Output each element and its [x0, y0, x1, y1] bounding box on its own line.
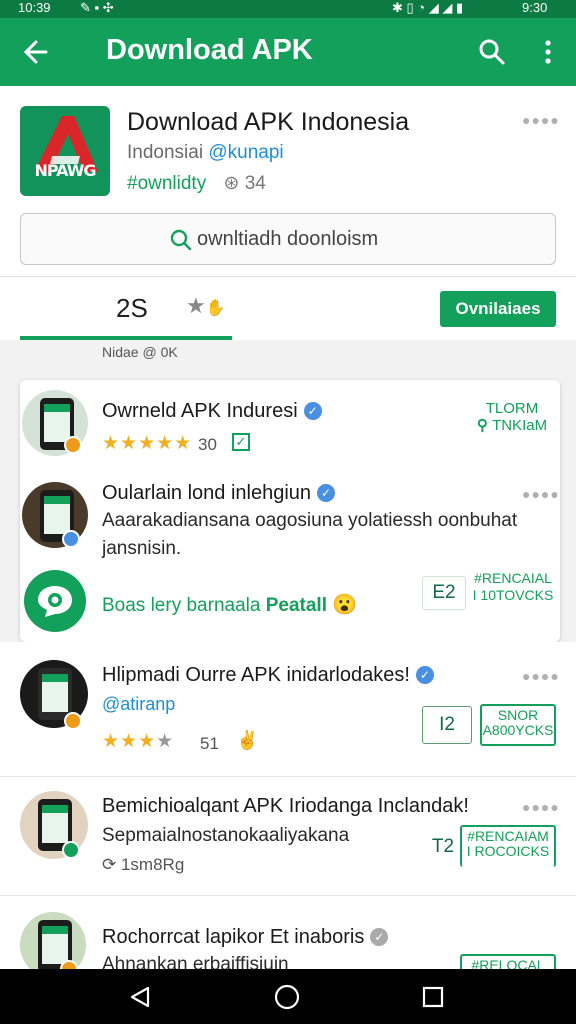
verified-icon: ✓ — [415, 666, 434, 684]
avatar-badge-icon — [62, 841, 80, 859]
app-header: NPAWG Download APK Indonesia ●●●● Indons… — [0, 86, 576, 276]
item-count-box: I2 — [422, 706, 472, 744]
meta-line: #ownlidty ⊛ 34 — [127, 172, 266, 195]
item-tag[interactable]: SNOR A800YCKS — [480, 704, 556, 746]
avatar-badge-icon — [62, 530, 80, 548]
item-description: Aaarakadiansana oagosiuna yolatiessh oon… — [102, 510, 518, 531]
rating-stars: ★★★★★ — [102, 433, 193, 454]
status-bar: 10:39 ✎ ▪ ✣ ✱ ▯ ◔ ◢ ◢ ▮ 9:30 — [0, 0, 576, 18]
search-bar[interactable]: ownltiadh doonloism — [20, 213, 556, 265]
item-more-icon[interactable]: ●●●● — [522, 668, 560, 684]
featured-card: Owrneld APK Induresi ✓ ★★★★★ 30 ✓ TLORM ⚲… — [20, 380, 560, 642]
hashtag[interactable]: #ownlidty — [127, 173, 206, 194]
search-icon[interactable] — [478, 38, 506, 66]
avatar — [20, 912, 86, 969]
item-meta: ⟳ 1sm8Rg — [102, 855, 185, 874]
app-title: Download APK Indonesia — [127, 108, 410, 136]
more-vert-icon[interactable] — [542, 38, 554, 66]
item-tag[interactable]: #RENCAIAL I 10TOVCKS — [466, 570, 560, 604]
app-icon: NPAWG — [20, 106, 110, 196]
item-name[interactable]: Bemichioalqant APK Iriodanga Inclandak! — [102, 795, 469, 818]
item-name[interactable]: Rochorrcat lapikor Et inaboris ✓ — [102, 926, 389, 949]
app-bar: Download APK — [0, 18, 576, 86]
status-left-text: 10:39 — [18, 0, 51, 15]
nav-home-icon[interactable] — [274, 984, 300, 1010]
item-description: Sepmaialnostanokaaliyakana — [102, 825, 350, 846]
list-item[interactable]: Bemichioalqant APK Iriodanga Inclandak! … — [0, 777, 576, 895]
status-time: 9:30 — [522, 0, 548, 15]
item-name[interactable]: Owrneld APK Induresi ✓ — [102, 400, 322, 423]
developer-name: Indonsiai — [127, 142, 204, 163]
item-more-icon[interactable]: ●●●● — [522, 486, 560, 502]
notification-icon: ✎ ▪ ✣ — [80, 0, 114, 15]
star-hand-icon: ★✋ — [186, 293, 226, 318]
header-more-icon[interactable]: ●●●● — [522, 112, 560, 128]
list-item[interactable]: Hlipmadi Ourre APK inidarlodakes! ✓ ●●●● … — [0, 642, 576, 776]
rating-count: 51 — [200, 734, 219, 753]
download-count-icon: ⊛ — [223, 173, 240, 194]
item-tag[interactable]: TLORM ⚲ TNKIaM — [460, 400, 564, 434]
download-button[interactable]: Ovnilaiaes — [440, 291, 556, 327]
avatar-badge-icon — [64, 436, 82, 454]
item-description: Ahnankan erbaiffisiuin — [102, 954, 289, 969]
chat-bubble-icon — [38, 586, 72, 617]
checkbox-icon[interactable]: ✓ — [232, 433, 250, 451]
item-name[interactable]: Hlipmadi Ourre APK inidarlodakes! ✓ — [102, 664, 434, 687]
item-description-cont: jansnisin. — [102, 538, 182, 559]
tab-strip: 2S ★✋ Ovnilaiaes — [0, 276, 576, 340]
item-name[interactable]: Boas lery barnaala Peatall 😮 — [102, 592, 357, 617]
download-count: 34 — [244, 173, 266, 194]
verified-icon: ✓ — [370, 928, 389, 946]
face-emoji-icon: 😮 — [332, 594, 358, 616]
avatar[interactable] — [24, 570, 86, 632]
rating-stars: ★★★★ — [102, 731, 175, 752]
tab-underline — [20, 336, 232, 340]
app-bar-title: Download APK — [106, 34, 313, 66]
navigation-bar — [0, 969, 576, 1024]
verified-icon: ✓ — [317, 484, 336, 502]
developer-handle[interactable]: @kunapi — [208, 142, 283, 163]
app-icon-label: NPAWG — [34, 161, 96, 180]
list-item[interactable]: Rochorrcat lapikor Et inaboris ✓ Ahnankan… — [0, 896, 576, 969]
item-more-icon[interactable]: ●●●● — [522, 799, 560, 815]
item-tag[interactable]: #RELOCAL — [460, 954, 556, 969]
item-name[interactable]: Oularlain lond inlehgiun ✓ — [102, 482, 336, 505]
verified-icon: ✓ — [303, 402, 322, 420]
section-caption: Nidae @ 0K — [102, 344, 178, 360]
rating-count: 30 — [198, 435, 217, 454]
nav-back-icon[interactable] — [128, 985, 152, 1009]
developer-line: Indonsiai @kunapi — [127, 142, 284, 164]
item-handle[interactable]: @atiranp — [102, 694, 175, 715]
search-field-icon — [170, 229, 192, 251]
share-icon[interactable]: ✌ — [236, 730, 258, 751]
signal-icons: ✱ ▯ ◔ ◢ ◢ ▮ — [392, 0, 464, 15]
nav-recents-icon[interactable] — [422, 986, 444, 1008]
tab-count[interactable]: 2S — [116, 293, 148, 324]
back-arrow-icon[interactable] — [22, 38, 50, 66]
avatar-badge-icon — [64, 712, 82, 730]
item-tag[interactable]: #RENCAIAM I ROCOICKS — [460, 825, 556, 867]
item-count-box: E2 — [422, 576, 466, 610]
search-input[interactable]: ownltiadh doonloism — [197, 228, 378, 251]
item-count-box: T2 — [424, 831, 462, 865]
